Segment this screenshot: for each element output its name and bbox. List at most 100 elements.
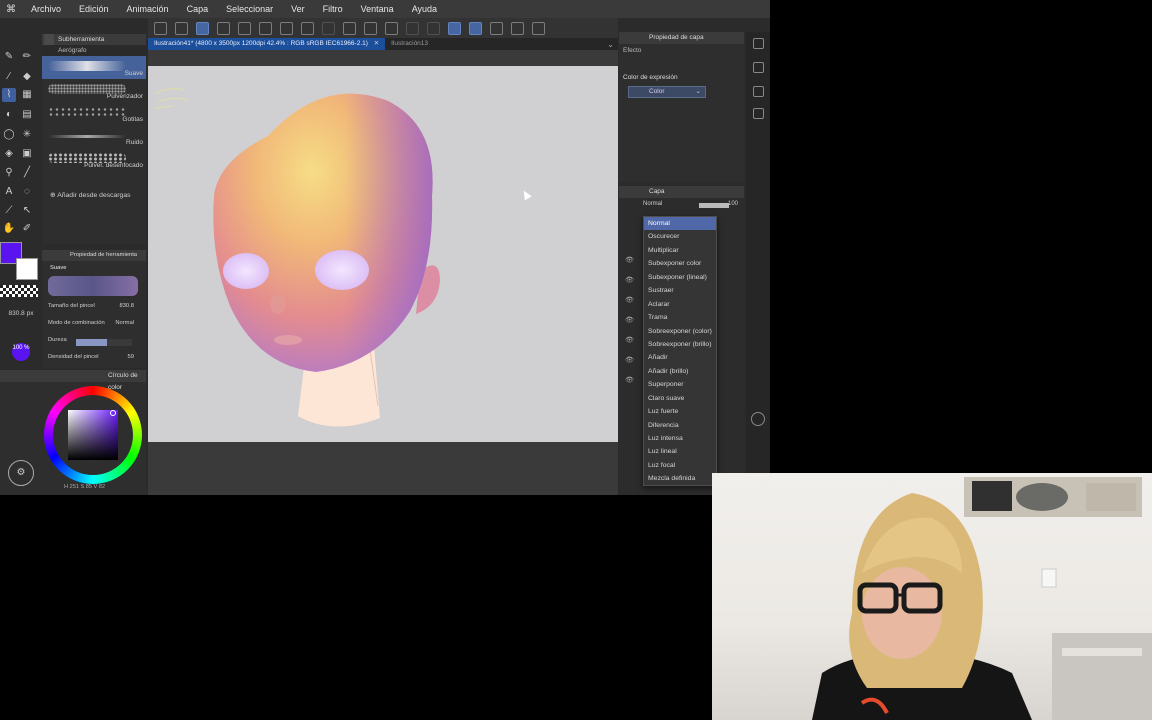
- eye-icon[interactable]: 👁: [625, 376, 634, 384]
- add-from-downloads-button[interactable]: ⊕ Añadir desde descargas: [50, 191, 131, 199]
- blend-mode-row[interactable]: Modo de combinación Normal: [42, 316, 146, 333]
- expression-color-select[interactable]: Color ⌄: [628, 86, 706, 98]
- menu-ayuda[interactable]: Ayuda: [403, 4, 446, 14]
- blend-mode-value[interactable]: Normal: [115, 320, 134, 326]
- sub-color-swatch[interactable]: [16, 258, 38, 280]
- undo-icon[interactable]: [301, 21, 314, 35]
- loading-icon[interactable]: [343, 21, 356, 35]
- blend-option[interactable]: Luz lineal: [644, 445, 716, 458]
- blend-option[interactable]: Mezcla definida: [644, 472, 716, 485]
- snap-ruler-icon[interactable]: [448, 21, 461, 35]
- menu-filtro[interactable]: Filtro: [314, 4, 352, 14]
- transparent-color-swatch[interactable]: [0, 285, 38, 297]
- opacity-indicator[interactable]: 100 %: [12, 343, 30, 361]
- canvas-area[interactable]: [148, 50, 618, 495]
- hardness-slider[interactable]: [76, 339, 132, 346]
- lasso-tool-icon[interactable]: ◯: [2, 128, 16, 142]
- close-tab-icon[interactable]: ✕: [374, 40, 379, 47]
- blend-option[interactable]: Sobreexponer (color): [644, 325, 716, 338]
- subtool-group[interactable]: Aerógrafo: [42, 45, 146, 56]
- save-icon[interactable]: [280, 21, 293, 35]
- blend-option[interactable]: Multiplicar: [644, 244, 716, 257]
- decoration-tool-icon[interactable]: ▦: [20, 88, 34, 102]
- brush-density-row[interactable]: Densidad del pincel 59: [42, 350, 146, 367]
- eraser-tool-icon[interactable]: ◆: [20, 70, 34, 84]
- brush-size-value[interactable]: 830.8: [119, 303, 134, 309]
- eye-icon[interactable]: 👁: [625, 316, 634, 324]
- brush-ruido[interactable]: Ruido: [42, 125, 146, 148]
- blend-tool-icon[interactable]: ◐: [2, 108, 16, 122]
- chevron-down-icon[interactable]: ⌄: [607, 40, 614, 49]
- layer-blend-row[interactable]: Normal 100: [643, 201, 738, 212]
- blend-option[interactable]: Claro suave: [644, 392, 716, 405]
- tab-active-document[interactable]: Ilustración41* (4800 x 3500px 1200dpi 42…: [148, 38, 386, 50]
- rotate-icon[interactable]: [532, 21, 545, 35]
- crop-icon[interactable]: [427, 21, 440, 35]
- grid-tool-icon[interactable]: ▤: [20, 108, 34, 122]
- eyedropper-tool-icon[interactable]: ⚲: [2, 166, 16, 180]
- blend-option[interactable]: Añadir: [644, 351, 716, 364]
- pen-tool-icon[interactable]: ✎: [2, 50, 16, 64]
- brush-pulverizador[interactable]: Pulverizador: [42, 79, 146, 102]
- blend-option[interactable]: Subexponer (lineal): [644, 271, 716, 284]
- hardness-row[interactable]: Dureza: [42, 333, 146, 350]
- hand-tool-icon[interactable]: ✋: [2, 222, 16, 236]
- saturation-value-square[interactable]: [68, 410, 118, 460]
- layer-opacity-slider[interactable]: [699, 203, 729, 208]
- menu-capa[interactable]: Capa: [178, 4, 218, 14]
- brush-stabilizer-icon[interactable]: [490, 21, 503, 35]
- menu-animacion[interactable]: Animación: [118, 4, 178, 14]
- eye-icon[interactable]: 👁: [625, 296, 634, 304]
- layer-search-icon[interactable]: [753, 108, 764, 119]
- fill-icon[interactable]: [364, 21, 377, 35]
- menu-edicion[interactable]: Edición: [70, 4, 118, 14]
- menu-ventana[interactable]: Ventana: [352, 4, 403, 14]
- gradient-tool-icon[interactable]: ▣: [20, 147, 34, 161]
- color-picker-marker[interactable]: [110, 410, 116, 416]
- line-tool-icon[interactable]: ╱: [20, 166, 34, 180]
- material-icon[interactable]: [753, 86, 764, 97]
- brush-pulver-desenfocado[interactable]: Pulver. desenfocado: [42, 148, 146, 171]
- collapse-panel-icon[interactable]: [751, 412, 765, 426]
- brush-density-value[interactable]: 59: [128, 354, 134, 360]
- blend-option[interactable]: Luz intensa: [644, 432, 716, 445]
- blend-option[interactable]: Diferencia: [644, 419, 716, 432]
- subtool-tab[interactable]: [44, 34, 54, 45]
- blend-option[interactable]: Oscurecer: [644, 230, 716, 243]
- blend-option[interactable]: Aclarar: [644, 298, 716, 311]
- sub-view-icon[interactable]: [753, 62, 764, 73]
- settings-icon[interactable]: ⚙: [8, 460, 34, 486]
- blend-option[interactable]: Superponer: [644, 378, 716, 391]
- snap-grid-icon[interactable]: [469, 21, 482, 35]
- brush-suave[interactable]: Suave: [42, 56, 146, 79]
- pencil-tool-icon[interactable]: ✏: [20, 50, 34, 64]
- tab-other-document[interactable]: Ilustración13: [385, 38, 434, 50]
- hue-ring[interactable]: [44, 386, 142, 484]
- edit-icon[interactable]: [175, 21, 188, 35]
- menu-archivo[interactable]: Archivo: [22, 4, 70, 14]
- menu-seleccionar[interactable]: Seleccionar: [217, 4, 282, 14]
- blend-option[interactable]: Sobreexponer (brillo): [644, 338, 716, 351]
- blend-option[interactable]: Normal: [644, 217, 716, 231]
- layer-opacity-value[interactable]: 100: [728, 201, 738, 207]
- canvas-paper[interactable]: [148, 66, 618, 442]
- operation-tool-icon[interactable]: ↖: [20, 204, 34, 218]
- balloon-tool-icon[interactable]: ◌: [20, 185, 34, 199]
- pen-mode-icon[interactable]: [196, 21, 209, 35]
- pen-alt-tool-icon[interactable]: ✐: [20, 222, 34, 236]
- brush-tool-icon[interactable]: ∕: [2, 70, 16, 84]
- fill-tool-icon[interactable]: ◈: [2, 147, 16, 161]
- magic-wand-icon[interactable]: ✳: [20, 128, 34, 142]
- blend-option[interactable]: Añadir (brillo): [644, 365, 716, 378]
- eye-icon[interactable]: 👁: [625, 336, 634, 344]
- blend-option[interactable]: Trama: [644, 311, 716, 324]
- brush-gotitas[interactable]: Gotitas: [42, 102, 146, 125]
- navigator-icon[interactable]: [753, 38, 764, 49]
- clip-studio-icon[interactable]: [217, 21, 230, 35]
- app-logo-icon[interactable]: ⌘: [0, 0, 22, 18]
- menu-hamburger-icon[interactable]: [154, 21, 167, 35]
- brush-size-row[interactable]: Tamaño del pincel 830.8: [42, 299, 146, 316]
- redo-icon[interactable]: [322, 21, 335, 35]
- blend-option[interactable]: Sustraer: [644, 284, 716, 297]
- blend-option[interactable]: Subexponer color: [644, 257, 716, 270]
